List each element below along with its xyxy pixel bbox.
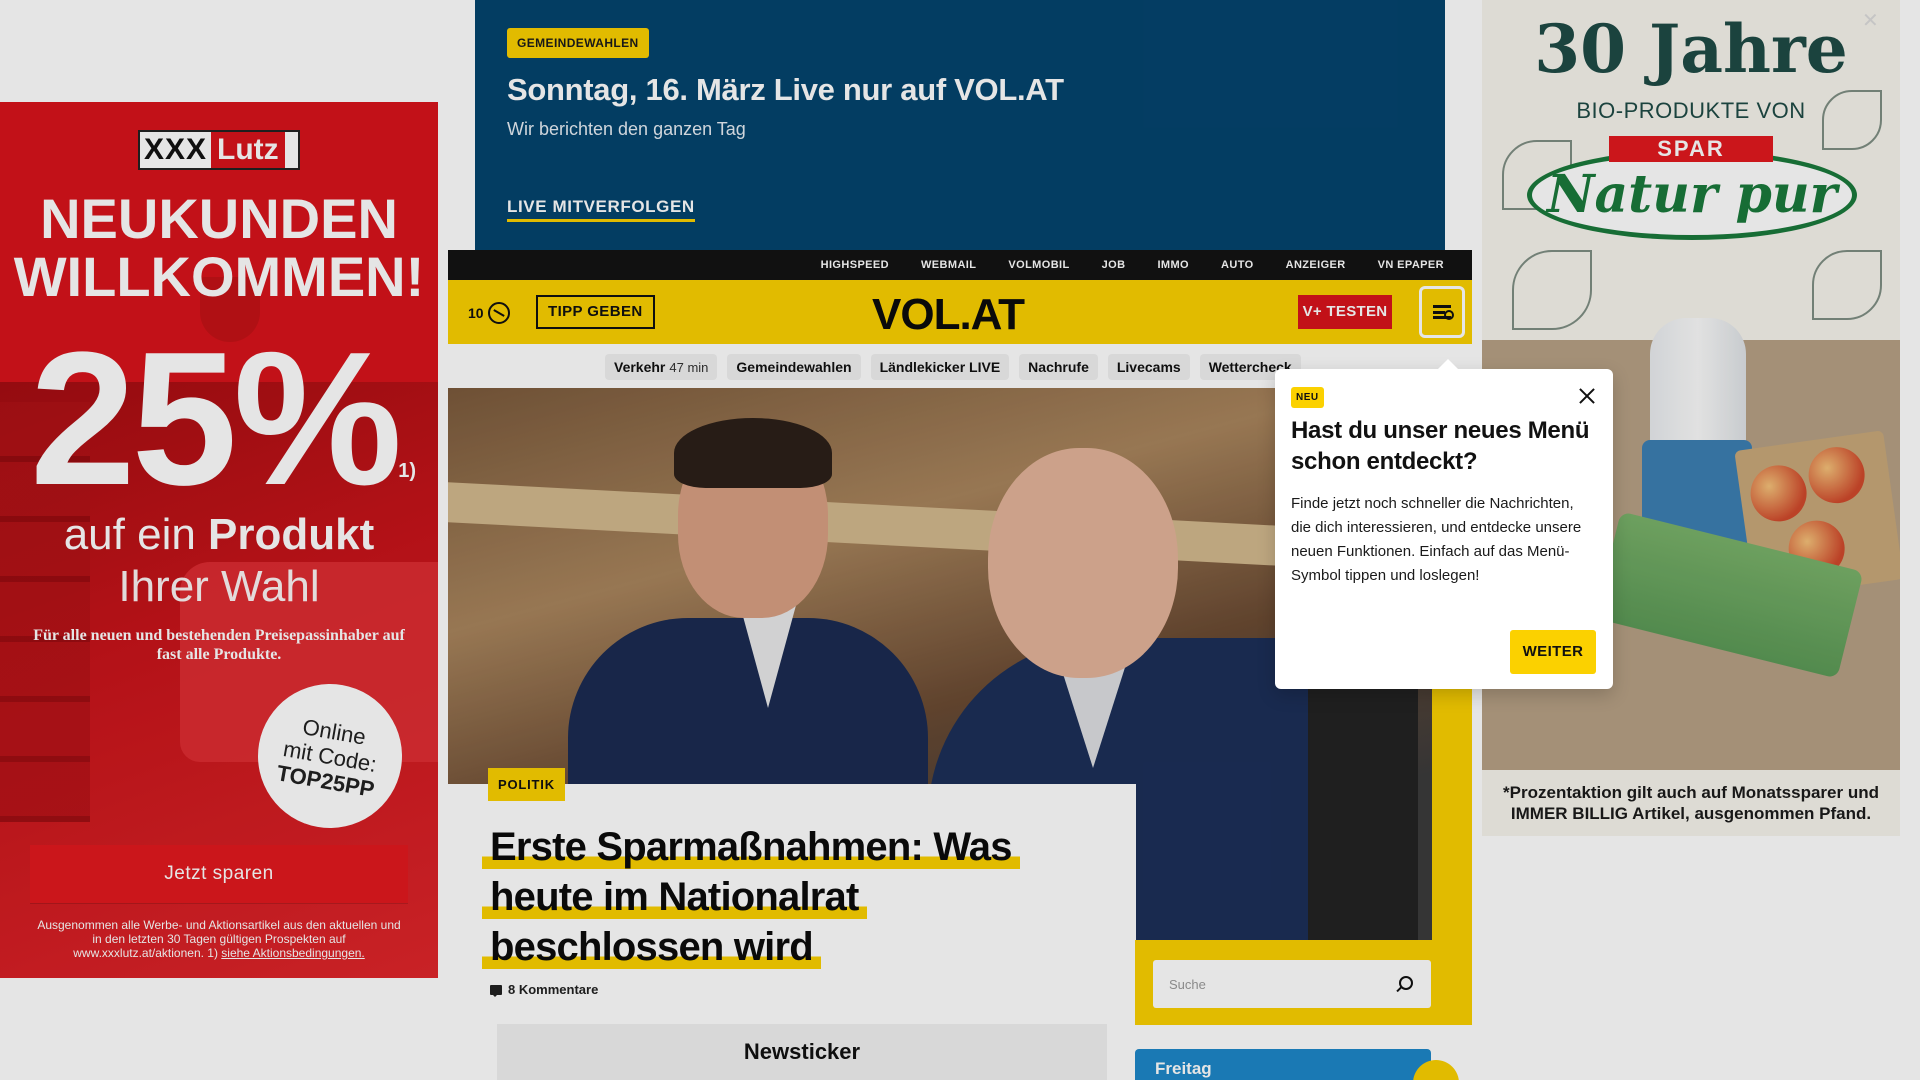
close-icon[interactable] (1577, 386, 1597, 406)
new-menu-popover: NEU Hast du unser neues Menü schon entde… (1275, 359, 1613, 689)
popover-title: Hast du unser neues Menü schon entdeckt? (1291, 417, 1590, 475)
popover-text: Finde jetzt noch schneller die Nachricht… (1291, 495, 1582, 584)
new-badge: NEU (1291, 387, 1324, 408)
page-dim-overlay (0, 0, 1920, 1080)
popover-arrow (1437, 359, 1459, 370)
weiter-button[interactable]: WEITER (1510, 630, 1596, 674)
